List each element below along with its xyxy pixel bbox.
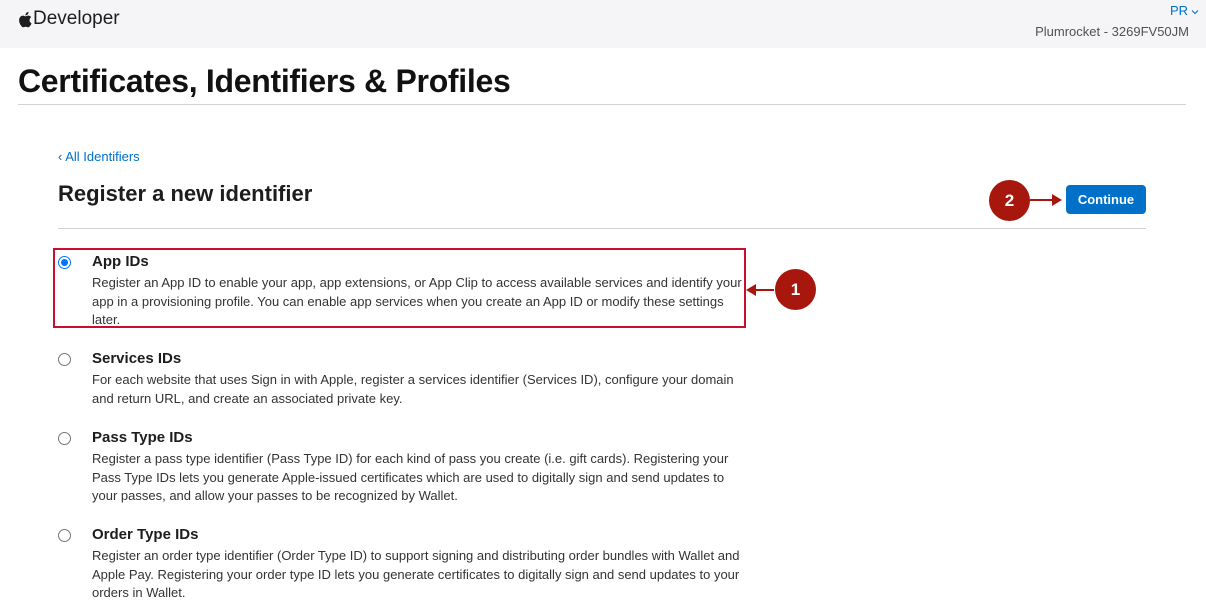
- developer-home-link[interactable]: Developer: [18, 8, 120, 30]
- section-divider: [58, 228, 1146, 229]
- option-title: Pass Type IDs: [92, 429, 193, 446]
- option-description: For each website that uses Sign in with …: [92, 372, 734, 406]
- step2-arrow-icon: [1030, 194, 1062, 206]
- title-divider: [18, 104, 1186, 105]
- services-ids-radio[interactable]: [58, 353, 71, 366]
- chevron-down-icon: [1191, 9, 1199, 14]
- option-title: Order Type IDs: [92, 526, 199, 543]
- option-description: Register an order type identifier (Order…: [92, 548, 740, 600]
- app-ids-highlight-box: [53, 248, 746, 328]
- global-header: Developer PR Plumrocket - 3269FV50JM: [0, 0, 1206, 48]
- continue-button[interactable]: Continue: [1066, 185, 1146, 214]
- apple-logo-icon: [19, 11, 32, 27]
- step1-arrow-icon: [746, 284, 774, 296]
- pass-type-ids-radio[interactable]: [58, 432, 71, 445]
- option-title: Services IDs: [92, 350, 182, 367]
- order-type-ids-radio[interactable]: [58, 529, 71, 542]
- account-initials: PR: [1169, 3, 1188, 18]
- option-description: Register a pass type identifier (Pass Ty…: [92, 451, 729, 503]
- brand-name: Developer: [33, 8, 120, 29]
- section-title: Register a new identifier: [58, 181, 313, 206]
- all-identifiers-link[interactable]: ‹ All Identifiers: [58, 149, 140, 164]
- account-menu-button[interactable]: PR: [1170, 3, 1199, 18]
- team-name: Plumrocket - 3269FV50JM: [1035, 24, 1189, 39]
- step2-marker: 2: [989, 180, 1030, 221]
- page-title: Certificates, Identifiers & Profiles: [18, 63, 511, 99]
- step1-marker: 1: [775, 269, 816, 310]
